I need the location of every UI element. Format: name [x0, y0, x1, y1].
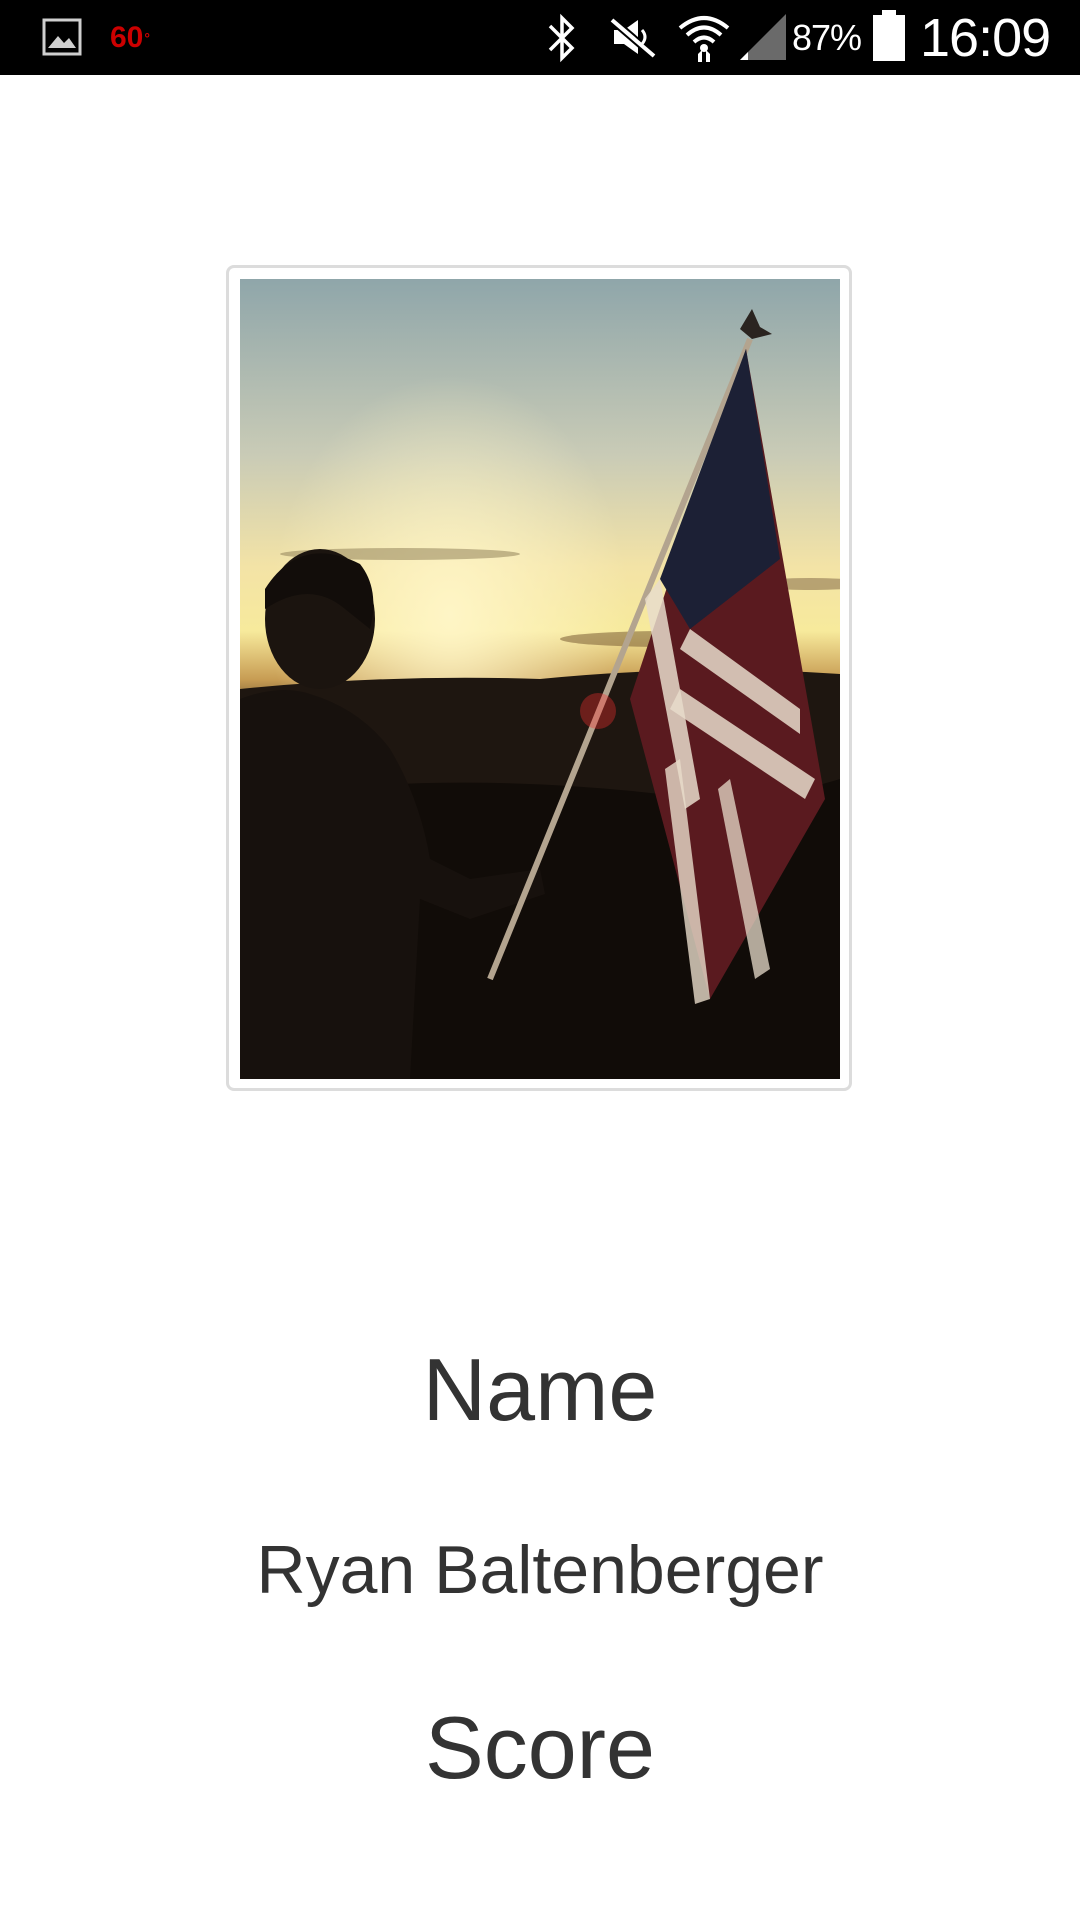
name-value: Ryan Baltenberger — [256, 1532, 824, 1608]
clock: 16:09 — [920, 7, 1051, 68]
profile-photo — [240, 279, 840, 1079]
status-bar: 60 ° 87% 16:09 — [0, 0, 1080, 75]
score-heading: Score — [425, 1698, 655, 1797]
wifi-icon — [678, 16, 730, 62]
gallery-icon — [42, 18, 82, 56]
signal-icon — [740, 14, 786, 60]
battery-icon — [873, 10, 905, 61]
mute-icon — [609, 16, 657, 60]
temperature-text: 60 ° — [110, 20, 150, 54]
name-heading: Name — [422, 1340, 658, 1439]
battery-percent: 87% — [792, 16, 862, 58]
bluetooth-icon — [548, 13, 575, 63]
